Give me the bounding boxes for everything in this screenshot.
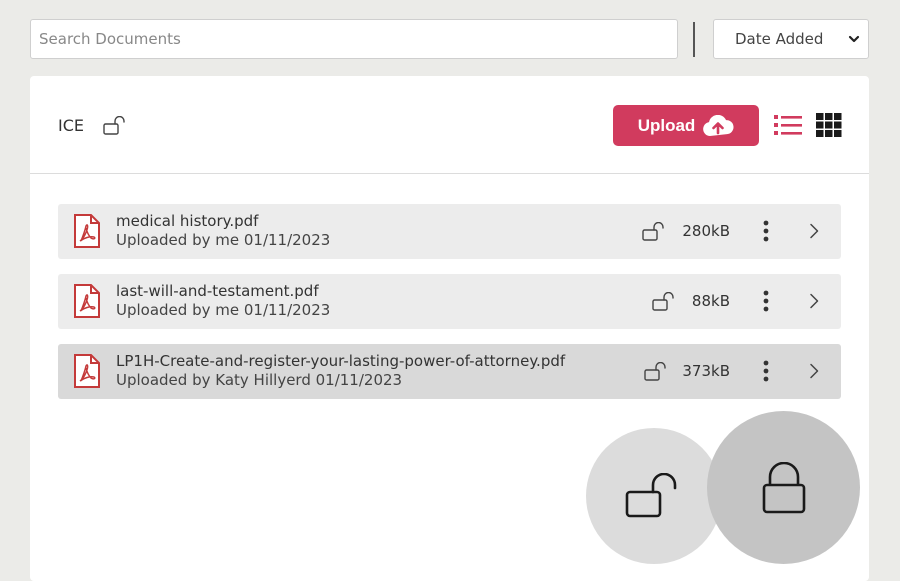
search-input[interactable] — [30, 19, 678, 59]
document-name: last-will-and-testament.pdf — [116, 282, 319, 300]
chevron-right-icon[interactable] — [808, 363, 820, 379]
more-options-icon[interactable] — [762, 220, 770, 242]
document-size: 88kB — [691, 292, 730, 310]
chevron-right-icon[interactable] — [808, 293, 820, 309]
more-options-icon[interactable] — [762, 290, 770, 312]
list-view-icon[interactable] — [774, 114, 802, 136]
folder-title: ICE — [58, 116, 84, 135]
toolbar-divider — [693, 22, 695, 57]
document-row[interactable]: last-will-and-testament.pdf Uploaded by … — [58, 274, 841, 329]
sort-select[interactable]: Date Added — [713, 19, 869, 59]
document-name: LP1H-Create-and-register-your-lasting-po… — [116, 352, 566, 370]
document-uploaded-by: Uploaded by Katy Hillyerd 01/11/2023 — [116, 371, 403, 389]
document-row[interactable]: LP1H-Create-and-register-your-lasting-po… — [58, 344, 841, 399]
sort-select-value: Date Added — [735, 30, 824, 48]
unlock-icon[interactable] — [652, 292, 676, 312]
unlock-icon — [625, 473, 677, 518]
unlock-icon[interactable] — [103, 116, 127, 136]
pdf-file-icon — [74, 284, 100, 318]
unlock-icon[interactable] — [644, 362, 668, 382]
document-size: 280kB — [682, 222, 730, 240]
cloud-upload-icon — [703, 114, 734, 136]
document-uploaded-by: Uploaded by me 01/11/2023 — [116, 301, 331, 319]
more-options-icon[interactable] — [762, 360, 770, 382]
pdf-file-icon — [74, 354, 100, 388]
pdf-file-icon — [74, 214, 100, 248]
unlock-option-button[interactable] — [586, 428, 722, 564]
document-size: 373kB — [682, 362, 730, 380]
document-name: medical history.pdf — [116, 212, 259, 230]
unlock-icon[interactable] — [642, 222, 666, 242]
panel-header: ICE Upload — [30, 76, 869, 174]
top-toolbar: Date Added — [30, 19, 869, 59]
chevron-right-icon[interactable] — [808, 223, 820, 239]
upload-button[interactable]: Upload — [613, 105, 759, 146]
document-uploaded-by: Uploaded by me 01/11/2023 — [116, 231, 331, 249]
upload-button-label: Upload — [637, 115, 696, 135]
grid-view-icon[interactable] — [816, 113, 842, 137]
document-row[interactable]: medical history.pdf Uploaded by me 01/11… — [58, 204, 841, 259]
chevron-down-icon — [848, 35, 860, 43]
lock-option-button[interactable] — [707, 411, 860, 564]
lock-icon — [762, 461, 805, 513]
